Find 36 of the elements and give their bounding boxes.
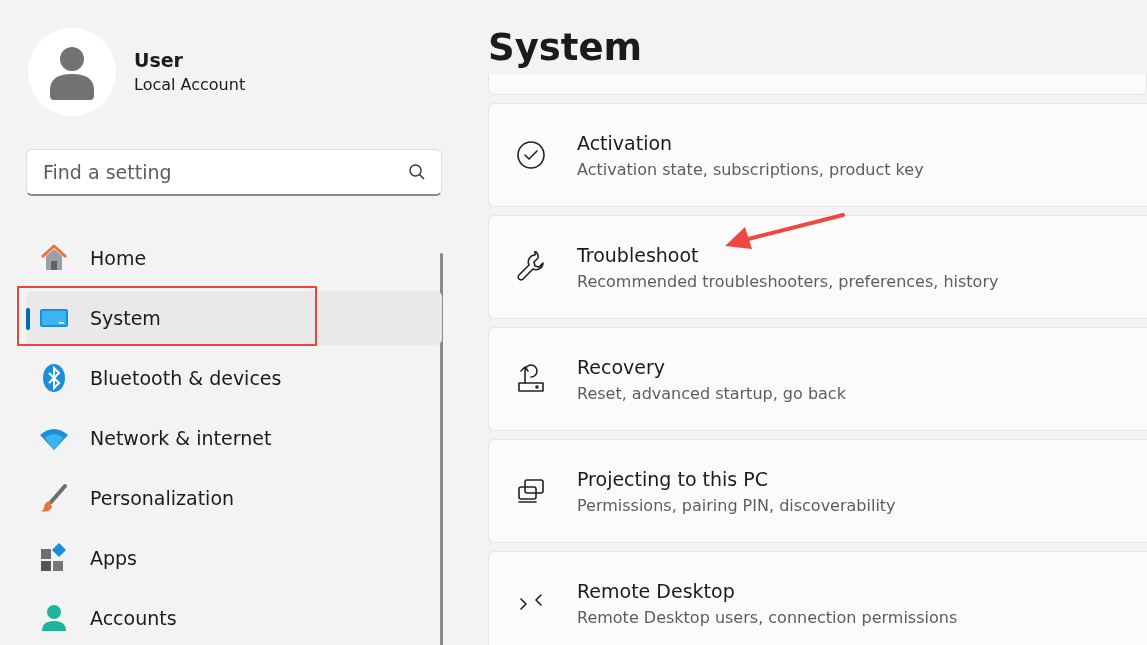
settings-card[interactable]: Projecting to this PC Permissions, pairing PIN, discoverability: [488, 439, 1147, 543]
nav-item[interactable]: System: [26, 291, 442, 345]
settings-card[interactable]: Remote Desktop Remote Desktop users, connection permissions: [488, 551, 1147, 645]
card-title: Recovery: [577, 355, 667, 378]
house-icon: [39, 243, 69, 273]
card-title: Activation: [577, 131, 674, 154]
nav-item[interactable]: Bluetooth & devices: [26, 351, 442, 405]
search-field[interactable]: Find a setting: [26, 149, 442, 196]
brush-icon: [39, 483, 69, 513]
card-title: Remote Desktop: [577, 579, 736, 602]
card-description: Permissions, pairing PIN, discoverability: [577, 495, 896, 515]
nav-item[interactable]: Network & internet: [26, 411, 442, 465]
nav-item[interactable]: Home: [26, 231, 442, 285]
page-title: System: [488, 26, 644, 71]
card-description: Activation state, subscriptions, product key: [577, 159, 924, 179]
user-name: User: [134, 49, 184, 71]
card-description: Remote Desktop users, connection permissions: [577, 607, 958, 627]
account-type: Local Account: [134, 75, 246, 94]
card-description: Recommended troubleshooters, preferences, history: [577, 271, 999, 291]
card-title: Troubleshoot: [577, 243, 700, 266]
nav-item[interactable]: Apps: [26, 531, 442, 585]
search-icon: [408, 163, 426, 181]
nav-item[interactable]: Personalization: [26, 471, 442, 525]
wrench-icon: [515, 251, 547, 283]
person-icon: [39, 603, 69, 633]
card-description: Reset, advanced startup, go back: [577, 383, 846, 403]
settings-card[interactable]: Activation Activation state, subscriptions, product key: [488, 103, 1147, 207]
settings-card[interactable]: Recovery Reset, advanced startup, go back: [488, 327, 1147, 431]
check-circle-icon: [515, 139, 547, 171]
avatar-icon: [28, 27, 116, 116]
apps-icon: [39, 543, 69, 573]
settings-card[interactable]: Troubleshoot Recommended troubleshooters, preferences, history: [488, 215, 1147, 319]
selection-indicator: [26, 308, 30, 330]
card-title: Projecting to this PC: [577, 467, 769, 490]
recovery-icon: [515, 363, 547, 395]
nav-item[interactable]: Accounts: [26, 591, 442, 645]
